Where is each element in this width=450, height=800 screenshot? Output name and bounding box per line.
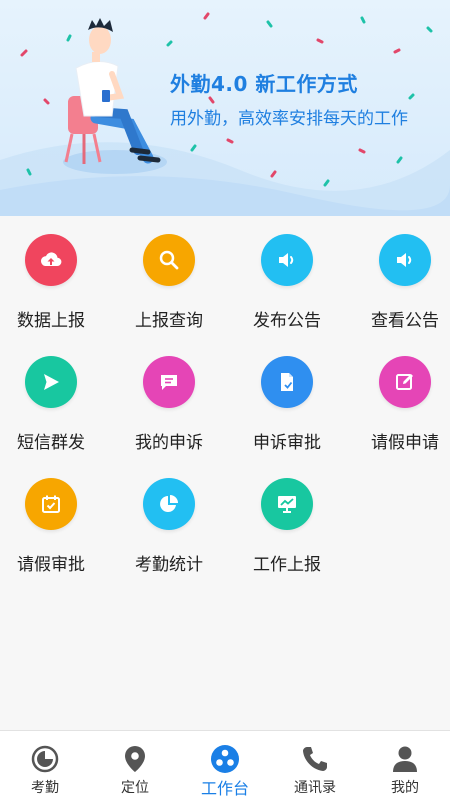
upload-cloud-icon [25, 234, 77, 286]
nav-label: 工作台 [200, 779, 249, 798]
phone-icon [300, 743, 330, 775]
tile-label: 请假审批 [17, 555, 85, 575]
tile-label: 查看公告 [371, 311, 439, 331]
tile-label: 考勤统计 [135, 555, 203, 575]
nav-item-attendance[interactable]: 考勤 [0, 731, 90, 800]
tile-label: 上报查询 [135, 311, 203, 331]
tile-leave-request[interactable]: 请假申请 [349, 338, 450, 460]
nav-label: 考勤 [31, 780, 59, 796]
document-check-icon [261, 356, 313, 408]
tile-label: 申诉审批 [253, 433, 321, 453]
edit-icon [379, 356, 431, 408]
nav-item-contacts[interactable]: 通讯录 [270, 731, 360, 800]
tile-label: 工作上报 [253, 555, 321, 575]
banner: 外勤4.0 新工作方式 用外勤，高效率安排每天的工作 [0, 0, 450, 216]
nav-item-me[interactable]: 我的 [360, 731, 450, 800]
nav-item-location[interactable]: 定位 [90, 731, 180, 800]
location-pin-icon [122, 743, 148, 775]
tile-label: 短信群发 [17, 433, 85, 453]
tile-label: 数据上报 [17, 311, 85, 331]
tile-report-query[interactable]: 上报查询 [113, 216, 225, 338]
nav-item-workbench[interactable]: 工作台 [180, 731, 270, 800]
tile-label: 发布公告 [253, 311, 321, 331]
person-icon [390, 743, 420, 775]
calendar-check-icon [25, 478, 77, 530]
clock-icon [30, 743, 60, 775]
presentation-icon [261, 478, 313, 530]
tile-publish-notice[interactable]: 发布公告 [231, 216, 343, 338]
workbench-icon [210, 743, 240, 775]
tile-leave-approval[interactable]: 请假审批 [0, 460, 107, 582]
bottom-nav: 考勤 定位 工作台 通讯录 我的 [0, 731, 450, 800]
tile-attendance-stats[interactable]: 考勤统计 [113, 460, 225, 582]
banner-title: 外勤4.0 新工作方式 [170, 72, 358, 96]
tile-sms-broadcast[interactable]: 短信群发 [0, 338, 107, 460]
tile-my-appeal[interactable]: 我的申诉 [113, 338, 225, 460]
nav-label: 通讯录 [294, 780, 336, 796]
pie-chart-icon [143, 478, 195, 530]
tile-label: 我的申诉 [135, 433, 203, 453]
tile-view-notice[interactable]: 查看公告 [349, 216, 450, 338]
function-grid: 数据上报 上报查询 发布公告 查看公告 短信群发 我的申诉 申诉审批 请假申请 … [0, 216, 450, 730]
search-icon [143, 234, 195, 286]
speaker-icon [261, 234, 313, 286]
tile-data-report[interactable]: 数据上报 [0, 216, 107, 338]
banner-subtitle: 用外勤，高效率安排每天的工作 [170, 109, 408, 129]
send-icon [25, 356, 77, 408]
tile-appeal-approval[interactable]: 申诉审批 [231, 338, 343, 460]
message-icon [143, 356, 195, 408]
nav-label: 定位 [121, 780, 149, 796]
speaker-icon [379, 234, 431, 286]
tile-label: 请假申请 [371, 433, 439, 453]
nav-label: 我的 [391, 780, 419, 796]
tile-work-report[interactable]: 工作上报 [231, 460, 343, 582]
